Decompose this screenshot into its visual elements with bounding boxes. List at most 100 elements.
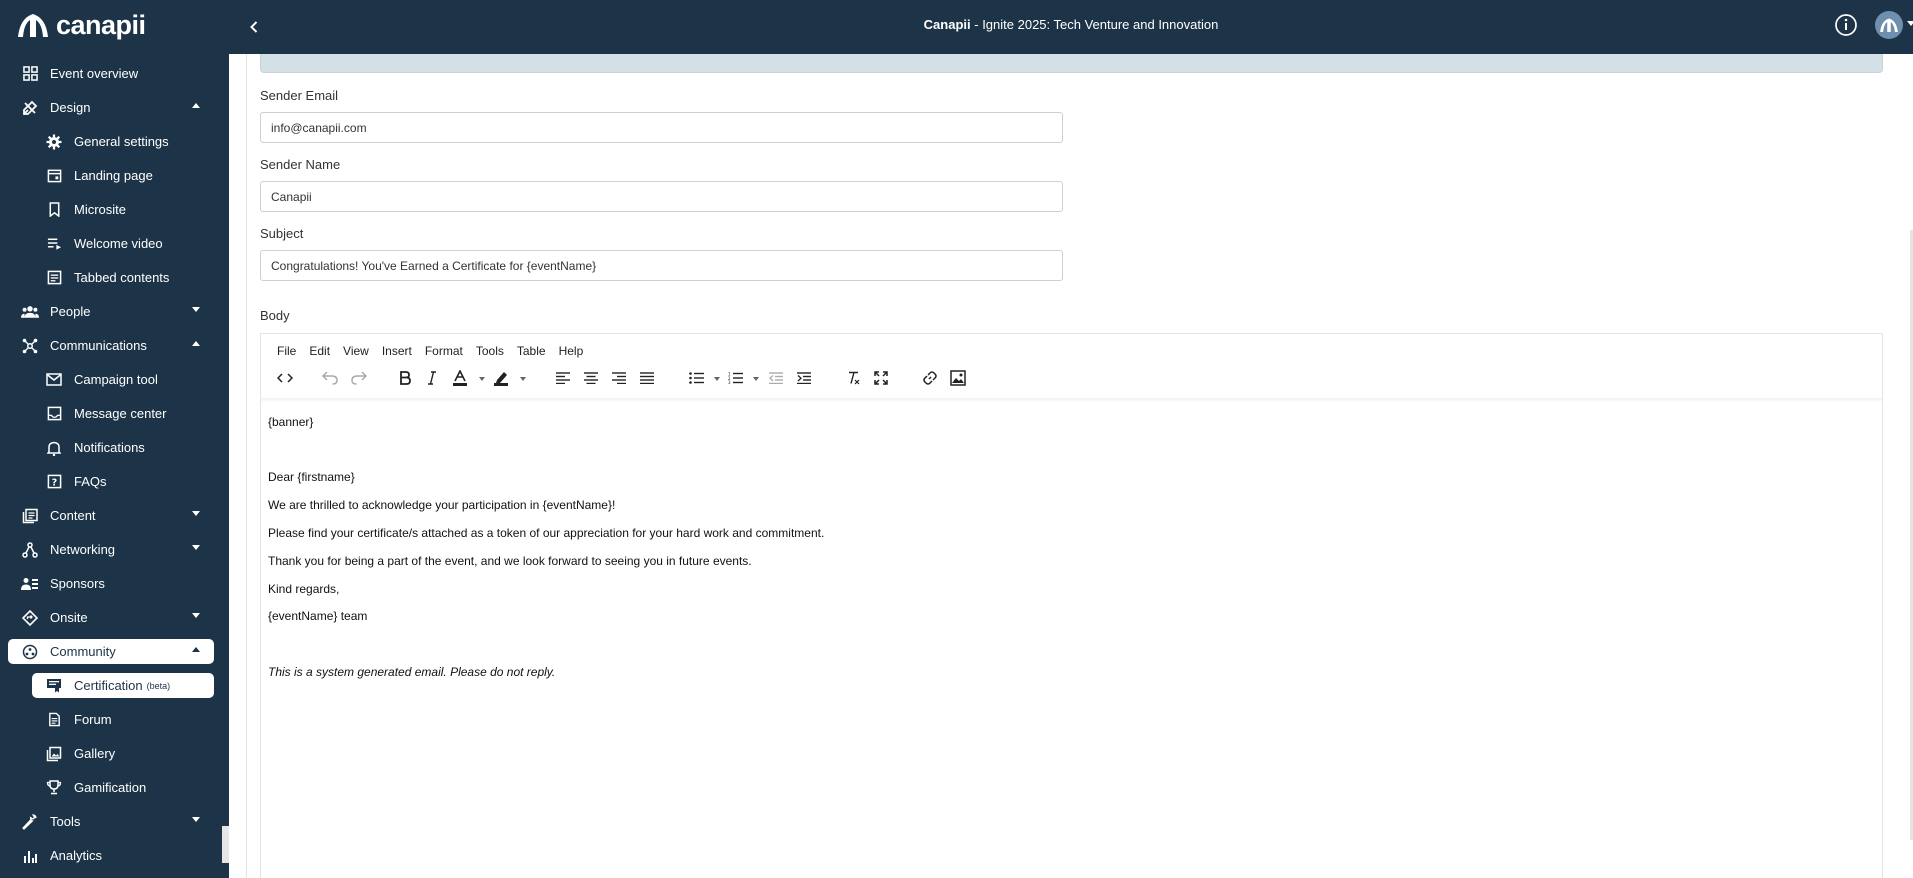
sidebar-item-general-settings[interactable]: General settings bbox=[32, 129, 214, 154]
sidebar-item-campaign-tool[interactable]: Campaign tool bbox=[32, 367, 214, 392]
align-right-button[interactable] bbox=[607, 366, 631, 390]
sidebar-item-microsite[interactable]: Microsite bbox=[32, 197, 214, 222]
italic-button[interactable] bbox=[420, 366, 444, 390]
indent-icon bbox=[797, 372, 811, 384]
justify-button[interactable] bbox=[635, 366, 659, 390]
chevron-up-icon bbox=[192, 341, 200, 346]
sidebar-item-label: Content bbox=[50, 508, 96, 523]
chevron-up-icon bbox=[192, 647, 200, 652]
sidebar-item-analytics[interactable]: Analytics bbox=[8, 843, 214, 868]
sidebar-item-people[interactable]: People bbox=[8, 299, 214, 324]
sidebar-item-content[interactable]: Content bbox=[8, 503, 214, 528]
sidebar-item-welcome-video[interactable]: Welcome video bbox=[32, 231, 214, 256]
highlight-color-button[interactable] bbox=[489, 366, 513, 390]
bold-button[interactable] bbox=[393, 366, 417, 390]
redo-button[interactable] bbox=[347, 366, 371, 390]
align-center-button[interactable] bbox=[579, 366, 603, 390]
menu-insert[interactable]: Insert bbox=[382, 344, 412, 358]
subject-label: Subject bbox=[260, 226, 304, 241]
sidebar-item-onsite[interactable]: Onsite bbox=[8, 605, 214, 630]
highlight-chevron-icon[interactable] bbox=[520, 377, 526, 381]
sidebar-item-tabbed-contents[interactable]: Tabbed contents bbox=[32, 265, 214, 290]
sidebar-item-community[interactable]: Community bbox=[8, 639, 214, 664]
sidebar-item-label: Certification bbox=[74, 678, 143, 693]
menu-format[interactable]: Format bbox=[425, 344, 463, 358]
editor-toolbar: 123 bbox=[261, 364, 1882, 394]
sidebar-item-label: Communications bbox=[50, 338, 147, 353]
sidebar-item-label: Microsite bbox=[74, 202, 127, 217]
canapii-logo-icon bbox=[18, 14, 48, 37]
undo-button[interactable] bbox=[318, 366, 342, 390]
sidebar-item-label: Sponsors bbox=[50, 576, 105, 591]
body-line-team: {eventName} team bbox=[268, 609, 368, 623]
align-left-button[interactable] bbox=[551, 366, 575, 390]
sidebar-item-tools[interactable]: Tools bbox=[8, 809, 214, 834]
sidebar-item-gamification[interactable]: Gamification bbox=[32, 775, 214, 800]
brand-name: canapii bbox=[56, 9, 146, 40]
sidebar-item-label: People bbox=[50, 304, 91, 319]
svg-text:3: 3 bbox=[728, 380, 731, 384]
menu-table[interactable]: Table bbox=[517, 344, 546, 358]
body-line-certificate: Please find your certificate/s attached … bbox=[268, 526, 825, 540]
library-icon bbox=[20, 506, 40, 526]
sidebar: canapii Event overview Design General se… bbox=[0, 0, 229, 878]
sidebar-item-certification[interactable]: Certification (beta) bbox=[32, 673, 214, 698]
fullscreen-icon bbox=[874, 371, 888, 385]
wrench-icon bbox=[20, 812, 40, 832]
body-line-regards: Kind regards, bbox=[268, 582, 340, 596]
numbered-list-icon: 123 bbox=[728, 372, 743, 384]
people-icon bbox=[20, 302, 40, 322]
sidebar-item-communications[interactable]: Communications bbox=[8, 333, 214, 358]
inbox-icon bbox=[44, 404, 64, 424]
brand-logo[interactable]: canapii bbox=[16, 10, 146, 40]
sidebar-item-faqs[interactable]: ? FAQs bbox=[32, 469, 214, 494]
sidebar-item-networking[interactable]: Networking bbox=[8, 537, 214, 562]
text-color-button[interactable] bbox=[448, 366, 472, 390]
account-menu-chevron-icon[interactable] bbox=[1907, 21, 1913, 26]
menu-file[interactable]: File bbox=[277, 344, 296, 358]
avatar[interactable] bbox=[1875, 11, 1903, 39]
text-color-chevron-icon[interactable] bbox=[479, 377, 485, 381]
sidebar-item-event-overview[interactable]: Event overview bbox=[8, 61, 214, 86]
chevron-down-icon bbox=[192, 613, 200, 618]
outdent-button[interactable] bbox=[764, 366, 788, 390]
body-line-disclaimer: This is a system generated email. Please… bbox=[268, 665, 556, 679]
sponsors-icon bbox=[20, 574, 40, 594]
gear-icon bbox=[44, 132, 64, 152]
subject-field[interactable]: Congratulations! You've Earned a Certifi… bbox=[260, 250, 1063, 281]
trophy-icon bbox=[44, 778, 64, 798]
fullscreen-button[interactable] bbox=[869, 366, 893, 390]
indent-button[interactable] bbox=[792, 366, 816, 390]
sidebar-item-sponsors[interactable]: Sponsors bbox=[8, 571, 214, 596]
sidebar-item-notifications[interactable]: Notifications bbox=[32, 435, 214, 460]
sender-name-field[interactable]: Canapii bbox=[260, 181, 1063, 212]
menu-view[interactable]: View bbox=[343, 344, 369, 358]
menu-edit[interactable]: Edit bbox=[309, 344, 330, 358]
sidebar-item-forum[interactable]: Forum bbox=[32, 707, 214, 732]
undo-icon bbox=[322, 371, 338, 385]
info-button[interactable] bbox=[1834, 13, 1858, 37]
bullet-list-button[interactable] bbox=[684, 366, 708, 390]
sidebar-item-landing-page[interactable]: Landing page bbox=[32, 163, 214, 188]
sender-email-label: Sender Email bbox=[260, 88, 339, 103]
align-justify-icon bbox=[640, 372, 654, 384]
insert-image-button[interactable] bbox=[946, 366, 970, 390]
sender-email-field[interactable]: info@canapii.com bbox=[260, 112, 1063, 143]
sidebar-scrollbar[interactable] bbox=[222, 826, 229, 863]
sidebar-item-label: Tools bbox=[50, 814, 81, 829]
menu-tools[interactable]: Tools bbox=[476, 344, 504, 358]
event-title: - Ignite 2025: Tech Venture and Innovati… bbox=[970, 17, 1219, 32]
code-icon bbox=[277, 373, 293, 383]
clear-formatting-button[interactable] bbox=[841, 366, 865, 390]
numbered-list-chevron-icon[interactable] bbox=[753, 377, 759, 381]
bullet-list-chevron-icon[interactable] bbox=[714, 377, 720, 381]
menu-help[interactable]: Help bbox=[559, 344, 584, 358]
numbered-list-button[interactable]: 123 bbox=[723, 366, 747, 390]
insert-link-button[interactable] bbox=[918, 366, 942, 390]
sidebar-item-message-center[interactable]: Message center bbox=[32, 401, 214, 426]
sidebar-item-design[interactable]: Design bbox=[8, 95, 214, 120]
sidebar-item-label: Landing page bbox=[74, 168, 153, 183]
source-code-button[interactable] bbox=[273, 366, 297, 390]
sidebar-item-gallery[interactable]: Gallery bbox=[32, 741, 214, 766]
align-right-icon bbox=[612, 372, 626, 384]
